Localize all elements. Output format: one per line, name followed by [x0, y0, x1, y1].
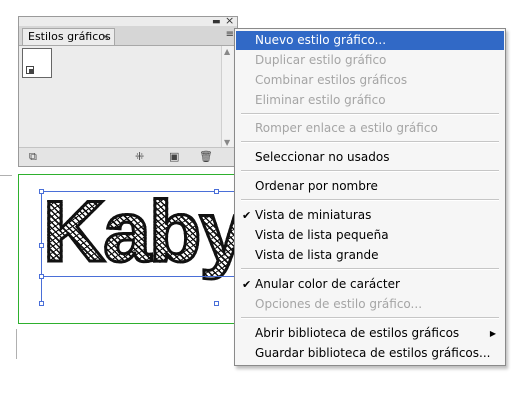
text-baseline: [41, 276, 239, 277]
styles-thumbnail-area: [20, 46, 220, 147]
panel-flyout-menu: Nuevo estilo gráfico... Duplicar estilo …: [234, 28, 506, 366]
menu-separator: [241, 113, 499, 115]
menu-item-large-list-view[interactable]: Vista de lista grande: [236, 246, 504, 265]
menu-item-label: Anular color de carácter: [255, 277, 400, 291]
style-libraries-menu-icon[interactable]: ⧉: [29, 151, 37, 163]
break-link-icon[interactable]: ⁜: [135, 151, 144, 163]
ruler-guide-vertical: [16, 329, 17, 359]
selection-handle-bottom-center[interactable]: [214, 301, 219, 306]
checkmark-icon: ✔: [242, 278, 252, 291]
styled-text-object[interactable]: Kaby: [41, 186, 239, 279]
menu-item-delete-graphic-style[interactable]: Eliminar estilo gráfico: [236, 91, 504, 110]
default-style-indicator-icon: [26, 66, 34, 74]
panel-menu-icon[interactable]: ≡: [226, 29, 234, 41]
selection-frame-top: [41, 191, 239, 192]
delete-style-icon[interactable]: 🗑: [199, 151, 213, 163]
new-style-icon[interactable]: ▣: [169, 151, 179, 163]
checkmark-icon: ✔: [242, 209, 252, 222]
menu-item-sort-by-name[interactable]: Ordenar por nombre: [236, 177, 504, 196]
menu-item-select-unused[interactable]: Seleccionar no usados: [236, 148, 504, 167]
panel-tab-strip: Estilos gráficos × ≡: [19, 26, 237, 46]
selection-handle-middle-left[interactable]: [39, 243, 44, 248]
selection-frame-left: [41, 191, 42, 305]
menu-separator: [241, 317, 499, 319]
menu-item-label: Vista de miniaturas: [255, 208, 372, 222]
menu-separator: [241, 199, 499, 201]
menu-item-override-character-color[interactable]: ✔ Anular color de carácter: [236, 275, 504, 294]
menu-separator: [241, 268, 499, 270]
close-panel-icon[interactable]: ×: [225, 15, 234, 26]
default-graphic-style-swatch[interactable]: [22, 48, 52, 78]
menu-item-open-library[interactable]: Abrir biblioteca de estilos gráficos ▶: [236, 324, 504, 343]
artboard[interactable]: Kaby: [18, 174, 240, 324]
menu-item-thumbnail-view[interactable]: ✔ Vista de miniaturas: [236, 206, 504, 225]
tab-label: Estilos gráficos: [28, 30, 111, 43]
ruler-guide-horizontal: [0, 175, 12, 176]
menu-item-merge-graphic-styles[interactable]: Combinar estilos gráficos: [236, 71, 504, 90]
menu-separator: [241, 141, 499, 143]
selection-handle-top-center[interactable]: [214, 189, 219, 194]
selection-handle-lower-left[interactable]: [39, 301, 44, 306]
selection-handle-bottom-left[interactable]: [39, 274, 44, 279]
scroll-up-icon[interactable]: ▲: [224, 47, 230, 56]
tab-graphic-styles[interactable]: Estilos gráficos ×: [22, 28, 115, 45]
menu-item-break-link[interactable]: Romper enlace a estilo gráfico: [236, 119, 504, 138]
menu-separator: [241, 170, 499, 172]
graphic-styles-panel: ▬ × Estilos gráficos × ≡ ▲ ▼ ⧉ ⁜ ▣ 🗑: [18, 15, 238, 167]
panel-bottom-toolbar: ⧉ ⁜ ▣ 🗑: [19, 147, 237, 166]
scroll-down-icon[interactable]: ▼: [224, 138, 230, 147]
menu-item-save-library[interactable]: Guardar biblioteca de estilos gráficos..…: [236, 344, 504, 363]
submenu-arrow-icon: ▶: [489, 329, 496, 338]
menu-item-new-graphic-style[interactable]: Nuevo estilo gráfico...: [236, 31, 504, 50]
menu-item-small-list-view[interactable]: Vista de lista pequeña: [236, 226, 504, 245]
menu-item-duplicate-graphic-style[interactable]: Duplicar estilo gráfico: [236, 51, 504, 70]
selection-handle-top-left[interactable]: [39, 189, 44, 194]
menu-item-graphic-style-options[interactable]: Opciones de estilo gráfico...: [236, 295, 504, 314]
menu-item-label: Abrir biblioteca de estilos gráficos: [255, 326, 460, 340]
tab-close-icon[interactable]: ×: [101, 29, 110, 44]
